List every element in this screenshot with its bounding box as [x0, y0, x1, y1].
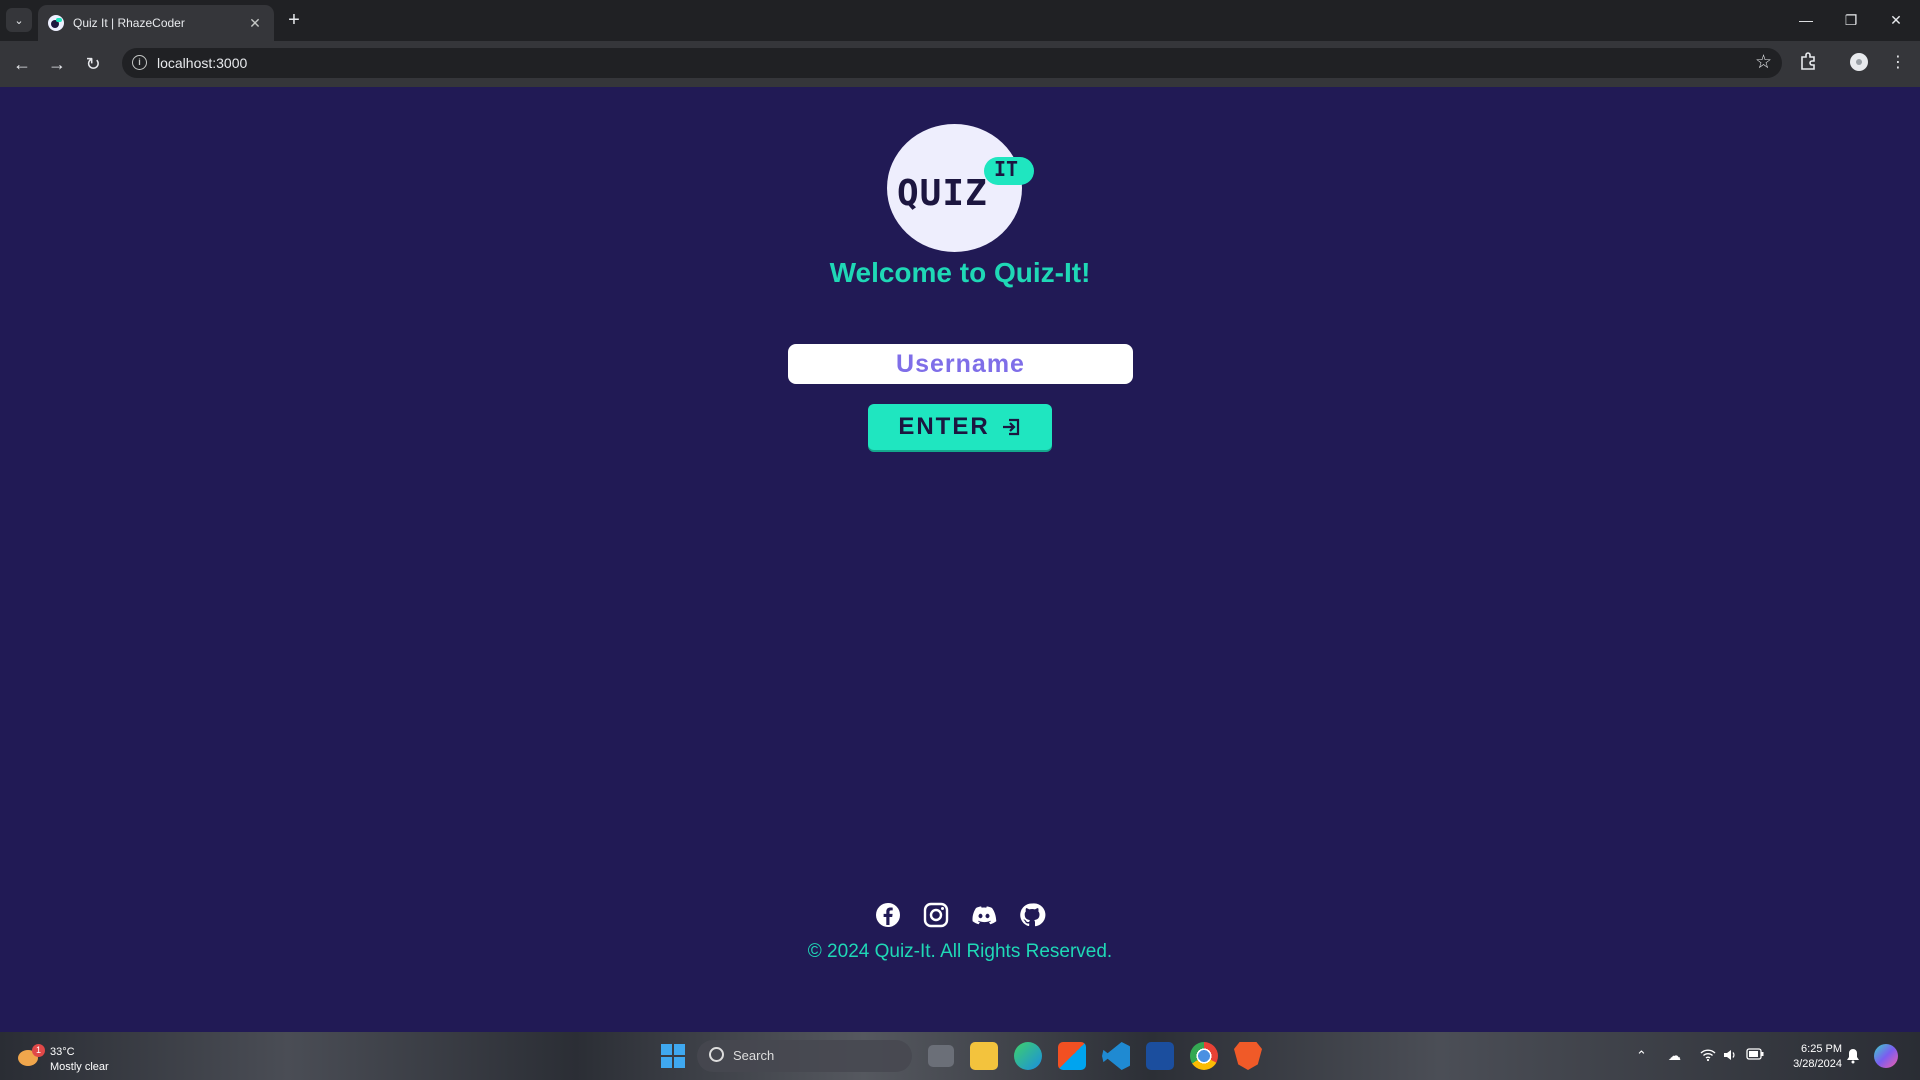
microsoft-store-icon[interactable] [1058, 1042, 1086, 1070]
chrome-icon[interactable] [1190, 1042, 1218, 1070]
tab-title: Quiz It | RhazeCoder [73, 16, 185, 30]
weather-temp: 33°C [50, 1046, 75, 1058]
discord-icon[interactable] [970, 901, 998, 929]
bookmark-star-icon[interactable]: ☆ [1755, 51, 1772, 74]
weather-widget[interactable]: 1 33°C Mostly clear [16, 1040, 126, 1074]
dev-home-icon[interactable] [1146, 1042, 1174, 1070]
quiz-landing-page: QUIZ IT Welcome to Quiz-It! ENTER © 2024… [0, 87, 1920, 1032]
task-view-icon[interactable] [928, 1045, 954, 1067]
taskbar-clock[interactable]: 6:25 PM 3/28/2024 [1772, 1042, 1842, 1072]
reload-button[interactable]: ↻ [80, 51, 106, 77]
enter-button-label: ENTER [898, 413, 990, 440]
browser-menu-icon[interactable]: ⋮ [1887, 52, 1909, 74]
profile-avatar[interactable] [1848, 52, 1870, 74]
tab-favicon-icon [48, 15, 64, 31]
facebook-icon[interactable] [874, 901, 902, 929]
tab-active[interactable]: Quiz It | RhazeCoder ✕ [38, 5, 274, 41]
close-window-button[interactable]: ✕ [1880, 8, 1912, 32]
extensions-icon[interactable] [1797, 52, 1819, 74]
onedrive-icon[interactable]: ☁ [1668, 1048, 1681, 1064]
username-input[interactable] [788, 344, 1133, 384]
url-text[interactable]: localhost:3000 [157, 55, 247, 71]
instagram-icon[interactable] [922, 901, 950, 929]
forward-button[interactable]: → [44, 51, 70, 77]
enter-button[interactable]: ENTER [868, 404, 1052, 450]
tab-close-icon[interactable]: ✕ [246, 15, 264, 32]
wifi-icon[interactable] [1700, 1048, 1716, 1065]
tray-chevron-icon[interactable]: ⌃ [1636, 1048, 1647, 1064]
taskbar-search-box[interactable]: Search [697, 1040, 912, 1072]
clock-date: 3/28/2024 [1793, 1058, 1842, 1070]
logo-quiz-text: QUIZ [897, 173, 988, 214]
address-bar[interactable]: i localhost:3000 ☆ [122, 48, 1782, 78]
site-info-icon[interactable]: i [132, 55, 147, 70]
new-tab-button[interactable]: + [282, 9, 306, 33]
taskbar-search-label: Search [733, 1048, 775, 1063]
file-explorer-icon[interactable] [970, 1042, 998, 1070]
search-icon [709, 1047, 724, 1062]
vscode-icon[interactable] [1102, 1042, 1130, 1070]
weather-condition: Mostly clear [50, 1061, 109, 1073]
minimize-button[interactable]: — [1790, 8, 1822, 32]
battery-icon[interactable] [1746, 1048, 1764, 1063]
edge-browser-icon[interactable] [1014, 1042, 1042, 1070]
browser-tab-bar: ⌄ Quiz It | RhazeCoder ✕ + — ❐ ✕ [0, 0, 1920, 41]
back-button[interactable]: ← [9, 51, 35, 77]
copilot-icon[interactable] [1874, 1044, 1898, 1068]
clock-time: 6:25 PM [1801, 1043, 1842, 1055]
logo-it-text: IT [994, 157, 1019, 181]
tab-search-button[interactable]: ⌄ [6, 8, 32, 32]
github-icon[interactable] [1018, 901, 1046, 929]
restore-button[interactable]: ❐ [1835, 8, 1867, 32]
os-taskbar: 1 33°C Mostly clear Search ⌃ ☁ 6:25 PM 3… [0, 1032, 1920, 1080]
volume-icon[interactable] [1722, 1048, 1738, 1065]
windows-start-icon[interactable] [661, 1044, 685, 1068]
brave-browser-icon[interactable] [1234, 1042, 1262, 1070]
weather-badge: 1 [32, 1044, 45, 1057]
login-arrow-icon [1002, 418, 1019, 436]
welcome-heading: Welcome to Quiz-It! [829, 257, 1091, 288]
notification-bell-icon[interactable] [1846, 1048, 1860, 1067]
copyright-text: © 2024 Quiz-It. All Rights Reserved. [807, 941, 1113, 962]
